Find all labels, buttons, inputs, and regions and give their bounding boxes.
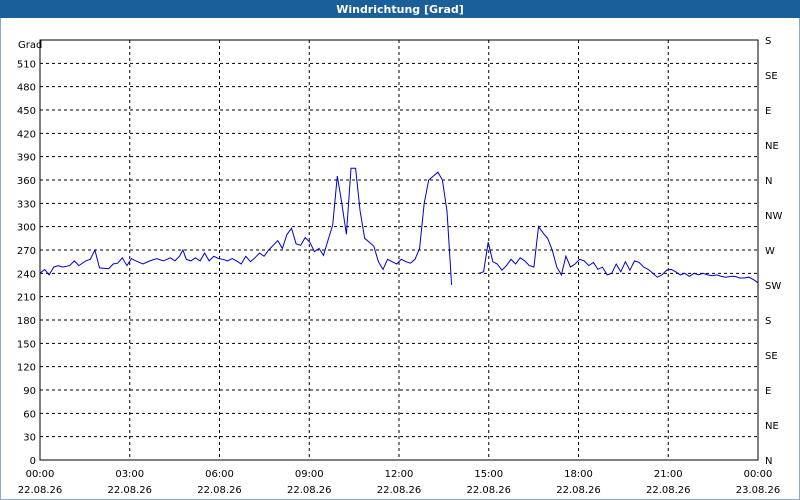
y2-tick-label: E (765, 386, 771, 397)
series-line (478, 225, 759, 284)
y-tick-label: 480 (17, 83, 36, 94)
y-tick-label: 420 (17, 129, 36, 140)
y2-tick-label: S (765, 36, 771, 47)
x-tick-time: 06:00 (205, 469, 234, 480)
y2-tick-label: S (765, 316, 771, 327)
y2-tick-label: N (765, 456, 772, 467)
y-tick-label: 60 (23, 409, 36, 420)
x-tick-time: 15:00 (474, 469, 503, 480)
x-axis: 00:00 22.08.26 03:00 22.08.26 06:00 22.08.26 0… (18, 469, 781, 496)
y-tick-label: 120 (17, 363, 36, 374)
wind-direction-chart: 0 30 60 90 120 150 180 210 240 270 300 330 360 390 420… (17, 36, 783, 496)
x-tick-time: 21:00 (654, 469, 683, 480)
x-tick-time: 00:00 (26, 469, 55, 480)
x-tick-time: 09:00 (295, 469, 324, 480)
y-axis-left: 0 30 60 90 120 150 180 210 240 270 300 330 360 390 420… (17, 59, 36, 467)
x-tick-time: 18:00 (564, 469, 593, 480)
x-tick-date: 23.08.26 (736, 485, 781, 496)
y-tick-label: 180 (17, 316, 36, 327)
x-tick-date: 22.08.26 (556, 485, 601, 496)
y2-tick-label: NE (765, 421, 779, 432)
y-tick-label: 240 (17, 269, 36, 280)
y-tick-label: 0 (30, 456, 36, 467)
x-tick-date: 22.08.26 (646, 485, 691, 496)
y-tick-label: 300 (17, 223, 36, 234)
y-tick-label: 90 (23, 386, 36, 397)
x-tick-time: 00:00 (744, 469, 773, 480)
y-axis-label: Grad (18, 40, 42, 51)
y-tick-label: 510 (17, 59, 36, 70)
y-tick-label: 330 (17, 199, 36, 210)
y2-tick-label: NE (765, 141, 779, 152)
x-tick-date: 22.08.26 (377, 485, 422, 496)
y-tick-label: 360 (17, 176, 36, 187)
y2-tick-label: W (765, 246, 775, 257)
grid-lines (40, 40, 758, 460)
x-tick-time: 03:00 (115, 469, 144, 480)
x-tick-date: 22.08.26 (466, 485, 511, 496)
x-tick-date: 22.08.26 (18, 485, 63, 496)
y2-tick-label: SE (765, 351, 778, 362)
y2-tick-label: N (765, 176, 772, 187)
x-tick-time: 12:00 (385, 469, 414, 480)
y-axis-right: N NE E SE S SW W NW N NE E SE S (765, 36, 782, 467)
y2-tick-label: SW (765, 281, 781, 292)
y-tick-label: 390 (17, 153, 36, 164)
y-tick-label: 450 (17, 106, 36, 117)
y2-tick-label: NW (765, 211, 782, 222)
y2-tick-label: SE (765, 71, 778, 82)
y2-tick-label: E (765, 106, 771, 117)
x-tick-date: 22.08.26 (197, 485, 242, 496)
y-tick-label: 210 (17, 293, 36, 304)
y-tick-label: 270 (17, 246, 36, 257)
x-tick-date: 22.08.26 (107, 485, 152, 496)
y-tick-label: 150 (17, 339, 36, 350)
x-tick-date: 22.08.26 (287, 485, 332, 496)
y-tick-label: 30 (23, 433, 36, 444)
